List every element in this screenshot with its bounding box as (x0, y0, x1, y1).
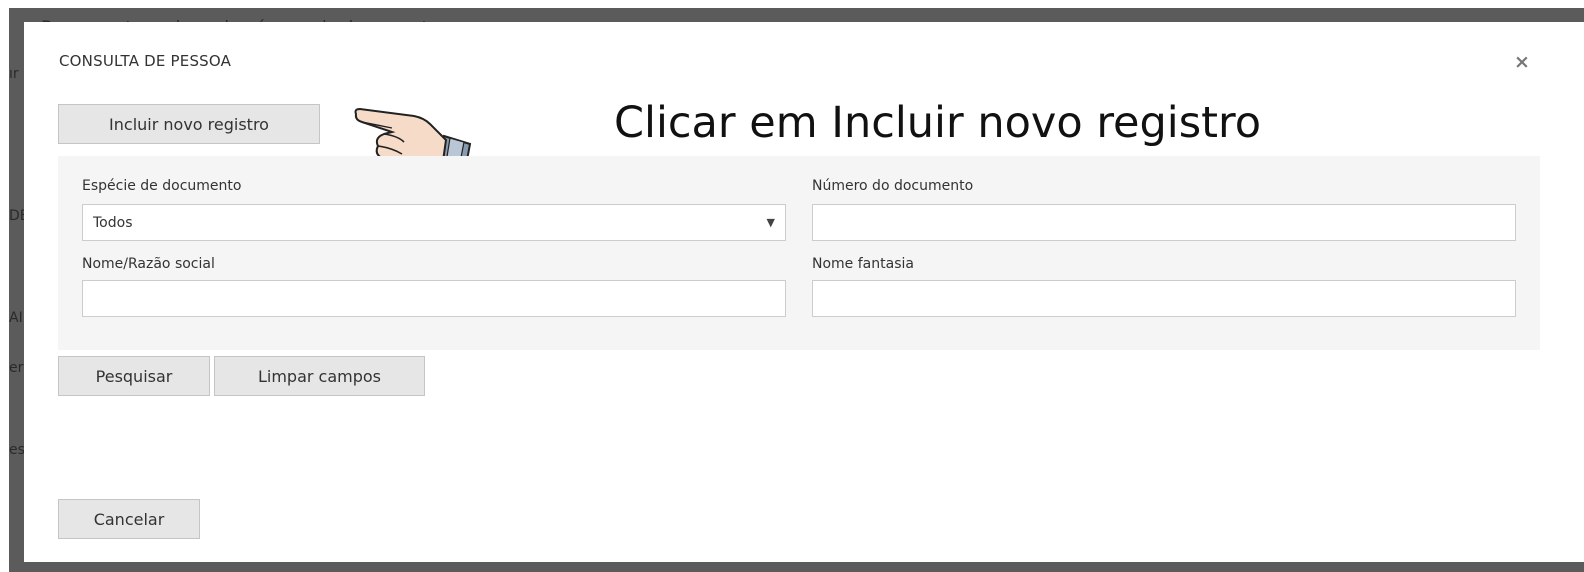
document-number-label: Número do documento (812, 178, 974, 194)
annotation-text: Clicar em Incluir novo registro (614, 98, 1262, 148)
search-button[interactable]: Pesquisar (58, 356, 210, 396)
background-fragment: ır (9, 66, 19, 82)
include-new-record-button[interactable]: Incluir novo registro (58, 104, 320, 144)
modal-title: CONSULTA DE PESSOA (59, 52, 232, 70)
background-fragment: es (9, 442, 25, 458)
background-fragment: AI (9, 310, 23, 326)
document-type-label: Espécie de documento (82, 178, 242, 194)
clear-fields-button[interactable]: Limpar campos (214, 356, 425, 396)
screen: Busque o tomador pelo número do document… (0, 0, 1584, 572)
consulta-pessoa-modal: CONSULTA DE PESSOA × Incluir novo regist… (24, 22, 1584, 562)
caret-down-icon: ▼ (766, 216, 775, 229)
document-number-input[interactable] (812, 204, 1516, 241)
trade-name-label: Nome fantasia (812, 256, 914, 272)
close-icon[interactable]: × (1512, 52, 1532, 72)
cancel-button[interactable]: Cancelar (58, 499, 200, 539)
search-filter-panel: Espécie de documento Todos ▼ Número do d… (58, 156, 1540, 350)
trade-name-input[interactable] (812, 280, 1516, 317)
background-fragment: er (9, 360, 24, 376)
name-input[interactable] (82, 280, 786, 317)
document-type-value: Todos (93, 214, 133, 231)
name-label: Nome/Razão social (82, 256, 215, 272)
background-fragment: DE (9, 208, 25, 224)
document-type-select[interactable]: Todos ▼ (82, 204, 786, 241)
